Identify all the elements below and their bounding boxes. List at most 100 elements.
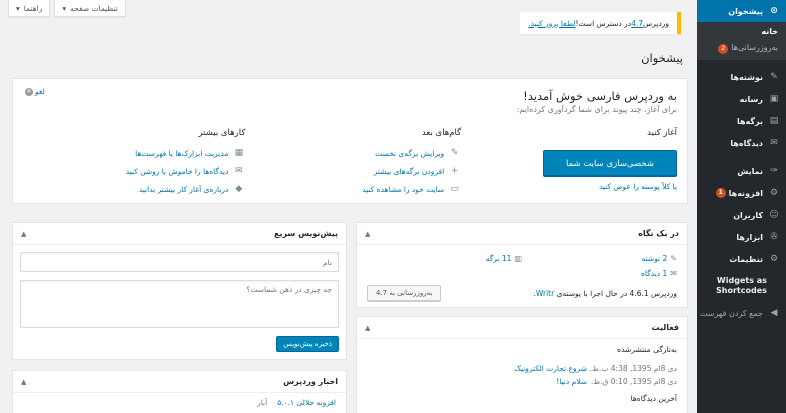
widget-title: پیش‌نویس سریع — [273, 229, 338, 238]
welcome-column-more-actions: کارهای بیشتر ▦ مدیریت ابزارک‌ها یا فهرست‌… — [30, 128, 246, 198]
collapse-arrow-icon: ◀ — [770, 308, 778, 318]
quick-draft-widget: پیش‌نویس سریع ▲ نام چه چیزی در ذهن شماست… — [12, 222, 347, 360]
draft-content-textarea[interactable]: چه چیزی در ذهن شماست؟ — [20, 280, 339, 328]
sidebar-item-label: برگه‌ها — [736, 116, 763, 126]
posts-count-link[interactable]: ✎ 2 نوشته — [522, 254, 677, 263]
dismiss-label: لغو — [35, 87, 45, 96]
welcome-column-next-steps: گام‌های بعد ✎ ویرایش برگه‌ی نخست + افزودن … — [245, 128, 461, 198]
link-label: افزودن برگه‌های بیشتر — [373, 166, 445, 176]
news-item-link[interactable]: افزونه جلالی ۵.۰.۱ — [277, 398, 336, 407]
widget-title: در یک نگاه — [638, 229, 679, 238]
welcome-title: به وردپرس فارسی خوش آمدید! — [523, 89, 677, 103]
update-now-link[interactable]: لطفا بروز کنید. — [528, 19, 575, 28]
sidebar-item-appearance[interactable]: ✑ نمایش — [697, 160, 786, 182]
widget-header[interactable]: پیش‌نویس سریع ▲ — [13, 223, 346, 245]
dashboard-icon: ⊙ — [770, 6, 778, 16]
welcome-about: برای آغاز، چند پیوند برای شما گردآوری کر… — [516, 105, 677, 114]
sidebar-item-posts[interactable]: ✎ نوشته‌ها — [697, 66, 786, 88]
submenu-item-label: به‌روزرسانی‌ها — [731, 43, 778, 52]
pin-icon: ✎ — [670, 254, 677, 263]
update-nag-text: وردپرس — [643, 18, 669, 28]
update-wordpress-button[interactable]: به‌روزرسانی به 4.7 — [367, 285, 442, 301]
version-text: وردپرس 4.6.1 در حال اجرا با پوسته‌ی — [554, 288, 677, 298]
sidebar-item-label: افزونه‌ها — [728, 188, 763, 198]
post-link[interactable]: سلام دنیا! — [556, 377, 587, 386]
at-a-glance-widget: در یک نگاه ▲ ✎ 2 نوشته ▥ 11 برگه ✉ 1 دیدگاه… — [356, 222, 688, 308]
widget-title: فعالیت — [651, 323, 680, 332]
page-icon: ▥ — [514, 254, 522, 263]
toggle-comments-link[interactable]: ✉ دیدگاه‌ها را خاموش یا روشن کنید — [30, 162, 246, 180]
sidebar-item-media[interactable]: ▣ رسانه — [697, 88, 786, 110]
toggle-arrow-icon[interactable]: ▲ — [21, 378, 26, 386]
draft-title-input[interactable]: نام — [20, 252, 339, 272]
view-site-link[interactable]: ▭ سایت خود را مشاهده کنید — [245, 180, 461, 198]
recently-published-heading: به‌تازگی منتشرشده — [617, 345, 677, 354]
link-label: ویرایش برگه‌ی نخست — [375, 148, 445, 158]
comments-count: 1 دیدگاه — [640, 269, 668, 278]
edit-front-page-link[interactable]: ✎ ویرایش برگه‌ی نخست — [245, 144, 461, 162]
collapse-menu-button[interactable]: ◀ جمع کردن فهرست — [697, 302, 786, 324]
customize-site-button[interactable]: شخصی‌سازی سایت شما — [543, 150, 677, 176]
sidebar-item-pages[interactable]: ▤ برگه‌ها — [697, 110, 786, 132]
widget-header[interactable]: در یک نگاه ▲ — [357, 223, 687, 245]
submenu-item-home[interactable]: خانه — [697, 24, 786, 40]
update-nag: وردپرس 4.7 در دسترس است! لطفا بروز کنید. — [520, 12, 681, 34]
toggle-arrow-icon[interactable]: ▲ — [365, 230, 370, 238]
version-info: وردپرس 4.6.1 در حال اجرا با پوسته‌ی Writ… — [534, 289, 677, 298]
sidebar-item-users[interactable]: ☺ کاربران — [697, 204, 786, 226]
widget-header[interactable]: اخبار وردپرس ▲ — [13, 371, 346, 393]
chevron-down-icon: ▾ — [16, 3, 20, 13]
help-button[interactable]: راهنما ▾ — [8, 0, 51, 17]
column-heading: گام‌های بعد — [421, 128, 462, 138]
sidebar-item-label: ابزارها — [736, 232, 763, 242]
sidebar-item-widgets-shortcodes[interactable]: Widgets as Shortcodes — [697, 270, 786, 302]
widget-header[interactable]: فعالیت ▲ — [357, 317, 687, 339]
pages-count: 11 برگه — [485, 254, 512, 263]
link-label: سایت خود را مشاهده کنید — [362, 184, 445, 194]
admin-sidebar: ⊙ پیشخوان خانه به‌روزرسانی‌ها2 ✎ نوشته‌ها … — [697, 0, 786, 413]
update-nag-text-middle: در دسترس است! — [575, 18, 632, 28]
add-pages-link[interactable]: + افزودن برگه‌های بیشتر — [245, 162, 461, 180]
change-theme-link[interactable]: یا کلاً پوسته را عوض کنید — [461, 182, 677, 191]
learn-more-link[interactable]: ◆ درباره‌ی آغاز کار بیشتر بدانید — [30, 180, 246, 198]
help-label: راهنما — [23, 3, 43, 13]
toggle-arrow-icon[interactable]: ▲ — [365, 324, 370, 332]
sidebar-item-label: تنظیمات — [729, 254, 763, 264]
post-date: دی 8ام 1395, 0:10 ق.ظ. — [590, 377, 677, 386]
pages-count-link[interactable]: ▥ 11 برگه — [367, 254, 522, 263]
welcome-dismiss-button[interactable]: ✕ لغو — [25, 87, 45, 96]
screen-options-label: تنظیمات صفحه — [70, 3, 118, 13]
post-date: دی 8ام 1395, 4:38 ب.ظ. — [589, 364, 677, 373]
sidebar-item-settings[interactable]: ⚙ تنظیمات — [697, 248, 786, 270]
submenu-item-updates[interactable]: به‌روزرسانی‌ها2 — [697, 40, 786, 56]
save-draft-button[interactable]: ذخیره پیش‌نویس — [276, 336, 339, 352]
activity-widget: فعالیت ▲ به‌تازگی منتشرشده دی 8ام 1395, … — [356, 316, 688, 413]
list-item: دی 8ام 1395, 4:38 ب.ظ. شروع تجارت الکترو… — [367, 362, 677, 375]
updates-count-badge: 2 — [718, 44, 729, 54]
theme-link[interactable]: Writr — [536, 289, 554, 298]
toggle-arrow-icon[interactable]: ▲ — [21, 230, 26, 238]
page-title: پیشخوان — [641, 51, 683, 65]
screen-meta-links: تنظیمات صفحه ▾ راهنما ▾ — [8, 0, 126, 17]
manage-widgets-link[interactable]: ▦ مدیریت ابزارک‌ها یا فهرست‌ها — [30, 144, 246, 162]
sidebar-item-tools[interactable]: ✇ ابزارها — [697, 226, 786, 248]
plugin-icon: ⚙ — [769, 188, 779, 198]
sidebar-item-dashboard[interactable]: ⊙ پیشخوان — [697, 0, 786, 22]
widgets-icon: ▦ — [234, 148, 244, 158]
chevron-down-icon: ▾ — [62, 3, 67, 13]
link-label: درباره‌ی آغاز کار بیشتر بدانید — [138, 184, 229, 194]
sidebar-item-plugins[interactable]: ⚙ افزونه‌ها 1 — [697, 182, 786, 204]
post-link[interactable]: شروع تجارت الکترونیک — [514, 364, 587, 373]
comments-count-link[interactable]: ✉ 1 دیدگاه — [522, 269, 677, 278]
user-icon: ☺ — [769, 210, 779, 220]
wrench-icon: ✇ — [770, 232, 778, 242]
screen-options-button[interactable]: تنظیمات صفحه ▾ — [54, 0, 126, 17]
comment-icon: ✉ — [770, 138, 778, 148]
sidebar-item-label: Widgets as Shortcodes — [716, 276, 767, 295]
comment-icon: ✉ — [670, 269, 677, 278]
dashboard-submenu: خانه به‌روزرسانی‌ها2 — [697, 22, 786, 60]
posts-count: 2 نوشته — [641, 254, 668, 263]
sidebar-item-comments[interactable]: ✉ دیدگاه‌ها — [697, 132, 786, 154]
version-link[interactable]: 4.7 — [631, 19, 643, 28]
plugins-count-badge: 1 — [715, 188, 726, 198]
